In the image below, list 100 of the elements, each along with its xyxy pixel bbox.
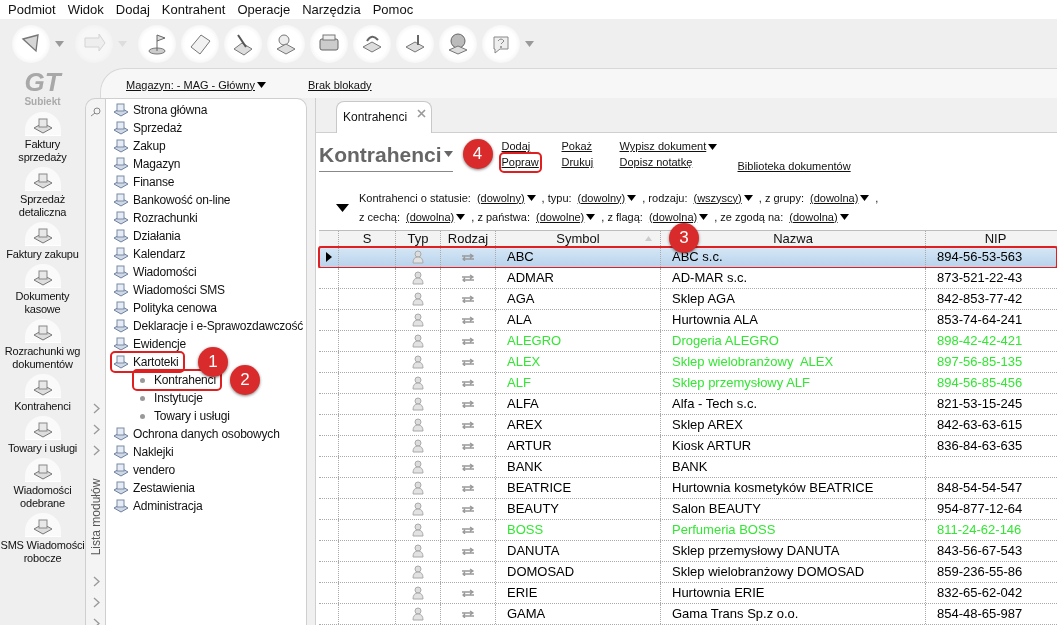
module-item[interactable]: Finanse — [112, 173, 179, 191]
toolbar-button[interactable] — [138, 24, 176, 63]
person-icon — [412, 586, 424, 600]
menu-item[interactable]: Podmiot — [2, 0, 62, 20]
module-item[interactable]: Naklejki — [112, 443, 178, 461]
menu-item[interactable]: Kontrahent — [155, 0, 232, 20]
action-link[interactable]: Popraw — [500, 154, 540, 171]
filter-dropdown[interactable]: (dowolna) — [648, 208, 709, 226]
filter-dropdown[interactable]: (dowolna) — [405, 208, 466, 226]
person-icon — [412, 439, 424, 453]
action-link[interactable]: Biblioteka dokumentów — [736, 158, 852, 175]
sidebar-tile[interactable]: Towary i usługi — [0, 416, 85, 455]
table-row[interactable]: DANUTA Sklep przemysłowy DANUTA 843-56-67-543 — [319, 541, 1057, 562]
module-item[interactable]: Kartoteki — [112, 353, 183, 371]
table-row[interactable]: ERIE Hurtownia ERIE 832-65-62-042 — [319, 583, 1057, 604]
filter-dropdown[interactable]: (wszyscy) — [693, 189, 753, 207]
table-row[interactable]: BANK BANK — [319, 457, 1057, 478]
person-icon — [412, 313, 424, 327]
module-item[interactable]: Bankowość on-line — [112, 191, 235, 209]
title-menu[interactable]: Kontrahenci — [319, 138, 453, 173]
sidebar-tile[interactable]: Kontrahenci — [0, 374, 85, 413]
filter-dropdown[interactable]: (dowolny) — [476, 189, 536, 207]
table-row[interactable]: AGA Sklep AGA 842-853-77-42 — [319, 289, 1057, 310]
filter-label: Kontrahenci o statusie: — [359, 190, 471, 206]
dropdown-caret-icon — [525, 40, 534, 47]
menu-item[interactable]: Pomoc — [366, 0, 420, 20]
toolbar-button[interactable] — [482, 24, 534, 63]
filter-dropdown[interactable]: (dowolna) — [810, 189, 870, 207]
swap-arrows-icon — [461, 484, 475, 492]
menu-item[interactable]: Operacje — [231, 0, 297, 20]
table-row[interactable]: BEATRICE Hurtownia kosmetyków BEATRICE 848-54-54-547 — [319, 478, 1057, 499]
tab[interactable]: Kontrahenci — [336, 100, 432, 133]
tile-icon — [31, 379, 54, 397]
module-item[interactable]: Wiadomości SMS — [112, 281, 229, 299]
table-row[interactable]: ALFA Alfa - Tech s.c. 821-53-15-245 — [319, 394, 1057, 415]
action-link[interactable]: Dopisz notatkę — [618, 154, 694, 171]
filter-dropdown[interactable]: (dowolna) — [789, 208, 849, 226]
module-item[interactable]: Magazyn — [112, 155, 185, 173]
table-cell-text: Hurtownia ERIE — [672, 584, 765, 603]
module-item[interactable]: vendero — [112, 461, 179, 479]
table-cell-text: Kiosk ARTUR — [672, 437, 752, 456]
module-item[interactable]: Rozrachunki — [112, 209, 202, 227]
action-link[interactable]: Pokaż — [560, 138, 594, 155]
sidebar-tile[interactable]: Wiadomości odebrane — [0, 458, 85, 510]
tile-icon — [31, 324, 54, 342]
table-cell-text: ALA — [507, 311, 532, 330]
chevron-icon — [91, 597, 101, 608]
module-item[interactable]: Działania — [112, 227, 185, 245]
toolbar-button[interactable] — [267, 24, 305, 63]
toolbar-button[interactable] — [396, 24, 434, 63]
module-item[interactable]: Sprzedaż — [112, 119, 187, 137]
module-item[interactable]: Polityka cenowa — [112, 299, 221, 317]
sidebar-tile[interactable]: Sprzedaż detaliczna — [0, 167, 85, 219]
table-row[interactable]: GAMA Gama Trans Sp.z o.o. 854-48-65-987 — [319, 604, 1057, 625]
table-cell-text: 897-56-85-135 — [937, 353, 1023, 372]
table-row[interactable]: AREX Sklep AREX 842-63-63-615 — [319, 415, 1057, 436]
toolbar-button[interactable] — [353, 24, 391, 63]
module-item[interactable]: Towary i usługi — [134, 407, 234, 425]
sidebar-tile[interactable]: Faktury zakupu — [0, 222, 85, 261]
table-cell-text: 954-877-12-64 — [937, 500, 1023, 519]
table-cell-text: Sklep AREX — [672, 416, 743, 435]
sidebar-tile[interactable]: Faktury sprzedaży — [0, 112, 85, 164]
table-row[interactable]: BEAUTY Salon BEAUTY 954-877-12-64 — [319, 499, 1057, 520]
module-item[interactable]: Wiadomości — [112, 263, 201, 281]
module-item[interactable]: Zakup — [112, 137, 170, 155]
toolbar-button[interactable] — [181, 24, 219, 63]
table-row[interactable]: ALA Hurtownia ALA 853-74-64-241 — [319, 310, 1057, 331]
menu-item[interactable]: Dodaj — [109, 0, 156, 20]
table-cell-text: 853-74-64-241 — [937, 311, 1023, 330]
module-item[interactable]: Kalendarz — [112, 245, 190, 263]
table-row[interactable]: ADMAR AD-MAR s.c. 873-521-22-43 — [319, 268, 1057, 289]
sidebar-tile[interactable]: Dokumenty kasowe — [0, 264, 85, 316]
menu-item[interactable]: Narzędzia — [296, 0, 367, 20]
table-cell-text: 821-53-15-245 — [937, 395, 1023, 414]
toolbar-button[interactable] — [12, 24, 64, 63]
module-item[interactable]: Administracja — [112, 497, 207, 515]
module-item[interactable]: Instytucje — [134, 389, 207, 407]
filter-dropdown[interactable]: (dowolne) — [536, 208, 596, 226]
menu-item[interactable]: Widok — [61, 0, 110, 20]
module-item[interactable]: Deklaracje i e-Sprawozdawczość — [112, 317, 308, 335]
table-row[interactable]: ARTUR Kiosk ARTUR 836-84-63-635 — [319, 436, 1057, 457]
module-item[interactable]: Ochrona danych osobowych — [112, 425, 284, 443]
module-item[interactable]: Zestawienia — [112, 479, 199, 497]
row-pointer-icon — [325, 252, 332, 262]
toolbar-button[interactable] — [439, 24, 477, 63]
sidebar-tile[interactable]: SMS Wiadomości robocze — [0, 513, 85, 565]
module-item[interactable]: Ewidencje — [112, 335, 190, 353]
warehouse-link[interactable]: Magazyn: - MAG - Główny — [126, 76, 266, 93]
toolbar-button[interactable] — [310, 24, 348, 63]
sidebar-tile[interactable]: Rozrachunki wg dokumentów — [0, 319, 85, 371]
module-item[interactable]: Strona główna — [112, 101, 212, 119]
filter-dropdown[interactable]: (dowolny) — [577, 189, 637, 207]
table-row[interactable]: ABC ABC s.c. 894-56-53-563 — [319, 247, 1057, 268]
action-link[interactable]: Dodaj — [500, 138, 532, 155]
action-link[interactable]: Drukuj — [560, 154, 595, 171]
table-row[interactable]: DOMOSAD Sklep wielobranżowy DOMOSAD 859-236-55-86 — [319, 562, 1057, 583]
toolbar-button[interactable] — [224, 24, 262, 63]
lock-link[interactable]: Brak blokady — [308, 76, 372, 93]
action-link[interactable]: Wypisz dokument — [618, 138, 719, 155]
swap-arrows-icon — [461, 274, 475, 282]
